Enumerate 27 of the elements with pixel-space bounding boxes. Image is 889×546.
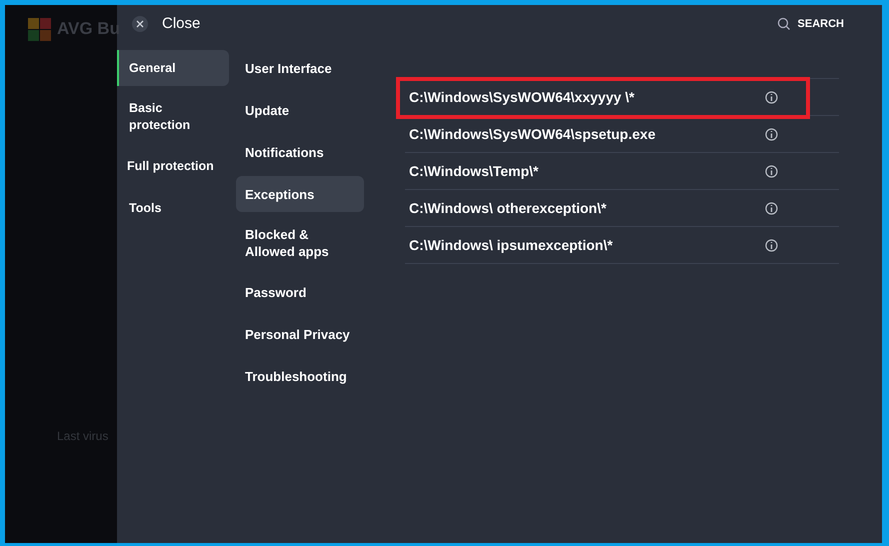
search-button[interactable]: SEARCH [776, 16, 844, 32]
subcategory-item[interactable]: Blocked & Allowed apps [236, 218, 364, 268]
exception-path: C:\Windows\SysWOW64\spsetup.exe [409, 124, 656, 144]
subcategory-item[interactable]: Password [236, 274, 364, 310]
subcategory-item[interactable]: Notifications [236, 134, 364, 170]
category-item[interactable]: Tools [117, 190, 229, 226]
subcategory-item[interactable]: Troubleshooting [236, 358, 364, 394]
category-item[interactable]: Basic protection [117, 92, 229, 142]
info-icon[interactable] [765, 202, 778, 214]
subcategory-item[interactable]: Exceptions [236, 176, 364, 212]
exception-path: C:\Windows\ ipsumexception\* [409, 236, 614, 255]
exception-path: C:\Windows\ otherexception\* [409, 198, 608, 218]
close-icon [132, 16, 148, 32]
info-icon[interactable] [765, 164, 778, 178]
subcategory-item[interactable]: User Interface [236, 50, 364, 86]
exception-path: C:\Windows\Temp\* [409, 162, 540, 181]
close-button[interactable]: Close [132, 12, 200, 36]
search-icon [776, 17, 791, 31]
info-icon[interactable] [765, 128, 778, 140]
info-icon[interactable] [765, 90, 778, 104]
subcategory-item[interactable]: Personal Privacy [236, 316, 364, 352]
exception-path: C:\Windows\SysWOW64\xxyyyy \* [409, 88, 636, 107]
logo-icon [27, 16, 53, 42]
info-icon[interactable] [765, 238, 778, 252]
category-item[interactable]: General [117, 50, 229, 86]
category-item[interactable]: Full protection [117, 148, 229, 184]
subcategory-item[interactable]: Update [236, 92, 364, 128]
